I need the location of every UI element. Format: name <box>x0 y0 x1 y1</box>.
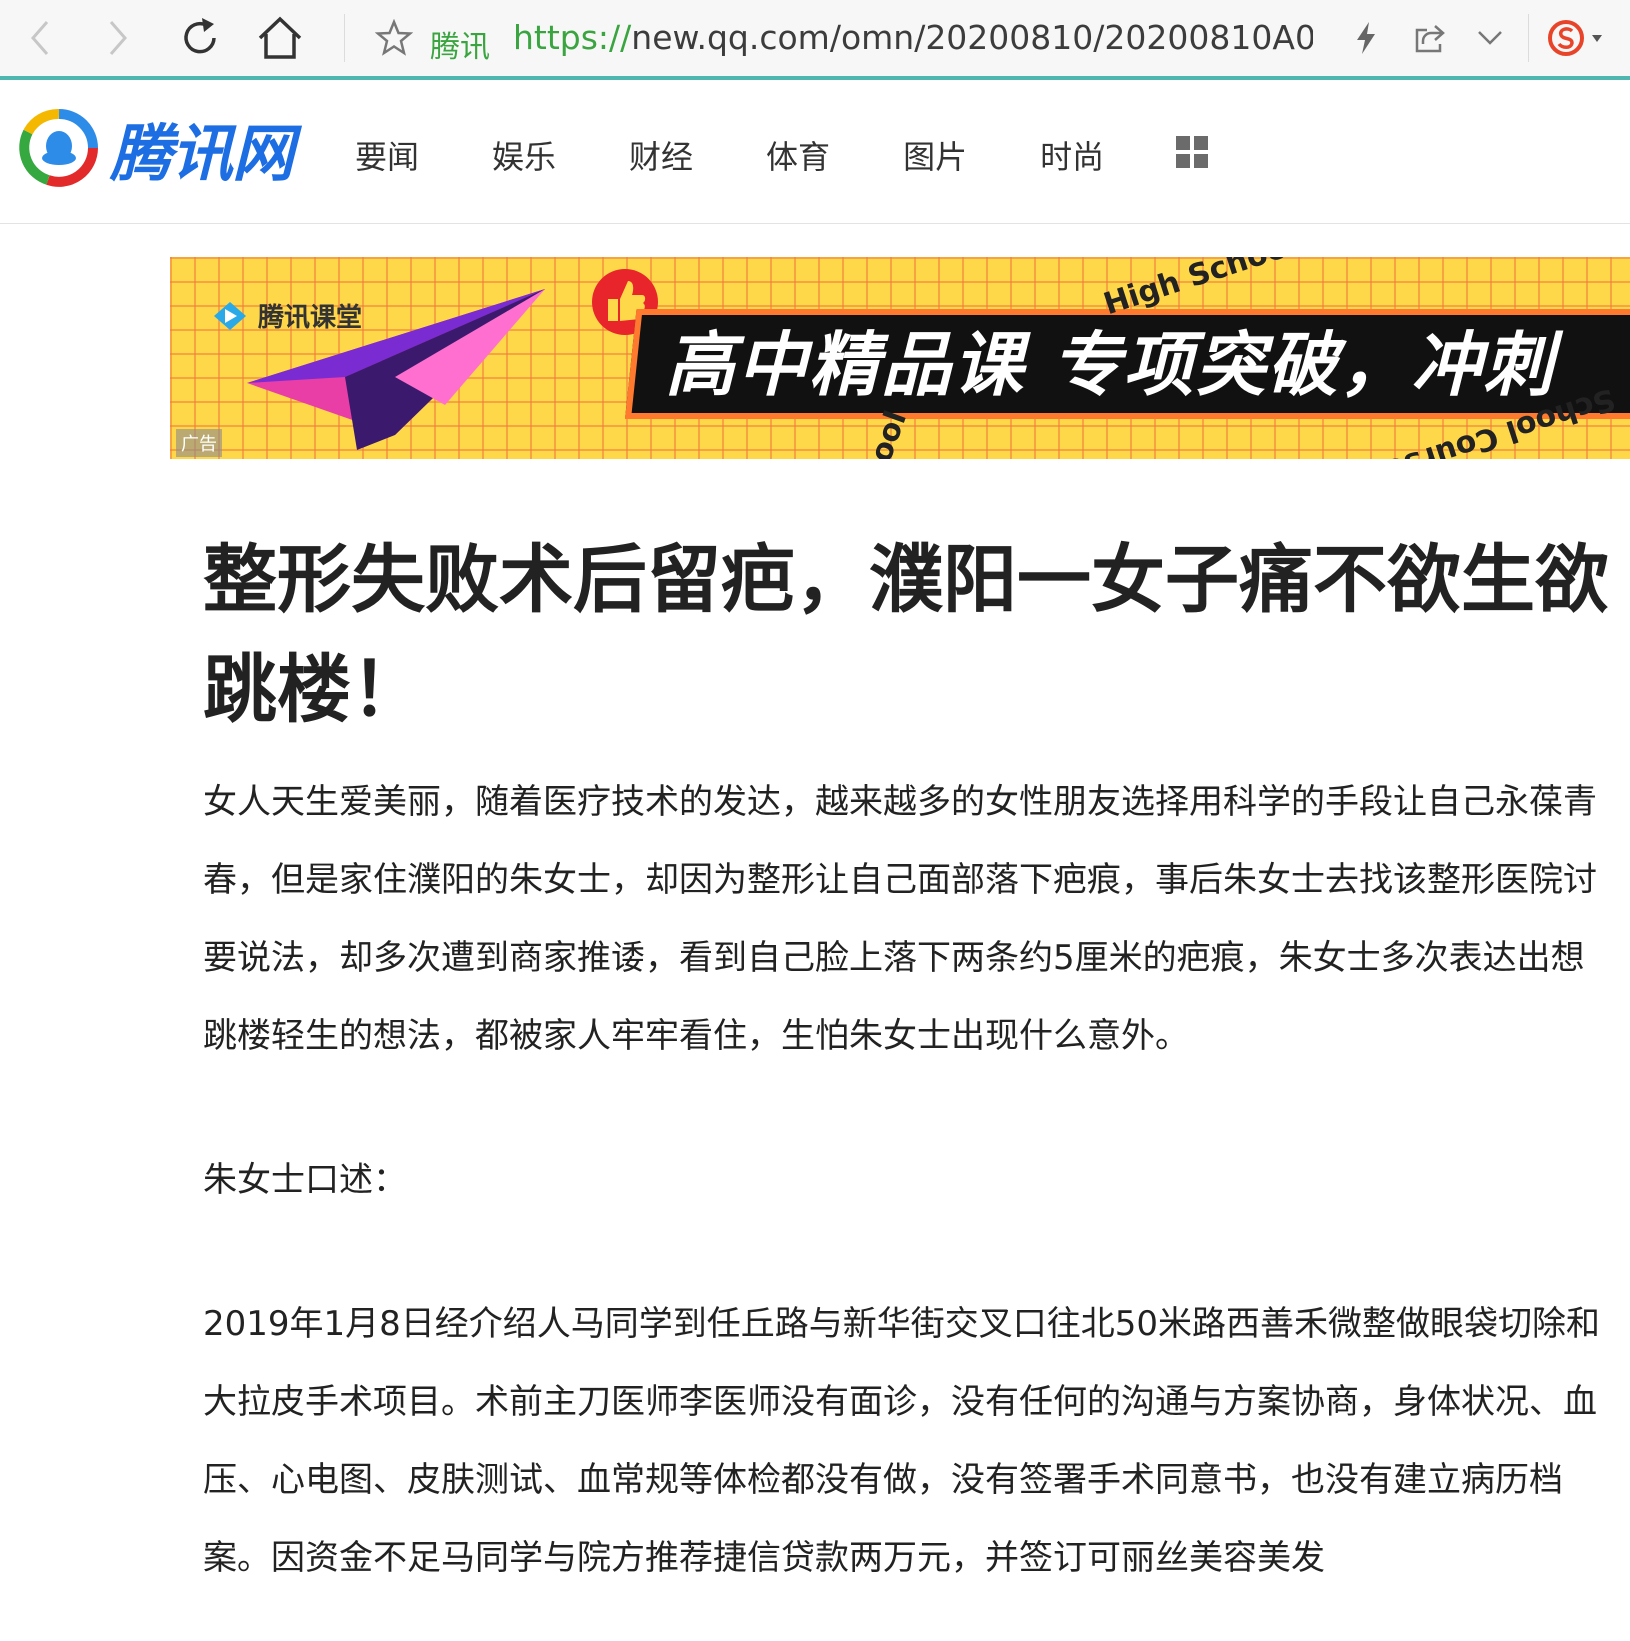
ad-label: 广告 <box>176 429 222 457</box>
logo-text: 腾讯网 <box>110 117 294 190</box>
url-path: new.qq.com/omn/20200810/20200810A0UO5I <box>631 18 1313 57</box>
article-title: 整形失败术后留疤，濮阳一女子痛不欲生欲跳楼！ <box>203 537 1609 733</box>
browser-toolbar: 腾讯 https://new.qq.com/omn/20200810/20200… <box>0 0 1630 80</box>
tencent-logo-icon <box>19 109 98 187</box>
ad-banner[interactable]: 腾讯课堂 高中精品课 专项突破，冲刺 High School School Co… <box>170 257 1630 459</box>
article-paragraph: 2019年1月8日经介绍人马同学到任丘路与新华街交叉口往北50米路西善禾微整做眼… <box>203 1304 1601 1578</box>
chevron-left-icon <box>31 21 49 55</box>
chevron-down-icon <box>1478 31 1502 45</box>
lightning-icon <box>1357 22 1375 54</box>
browser-menu-button[interactable] <box>1542 12 1612 64</box>
nav-item-fashion[interactable]: 时尚 <box>1040 132 1104 178</box>
address-bar[interactable]: https://new.qq.com/omn/20200810/20200810… <box>513 18 1313 57</box>
address-site-label: 腾讯 <box>430 30 490 65</box>
more-channels-icon[interactable] <box>1176 136 1208 168</box>
nav-item-sports[interactable]: 体育 <box>766 132 830 178</box>
article: 整形失败术后留疤，濮阳一女子痛不欲生欲跳楼！ 女人天生爱美丽，随着医疗技术的发达… <box>203 525 1613 1597</box>
sogou-logo-icon <box>1548 20 1602 56</box>
site-logo[interactable]: 腾讯网 <box>18 108 294 190</box>
ad-headline: 高中精品课 专项突破，冲刺 <box>665 324 1556 406</box>
star-icon <box>375 19 413 56</box>
home-button[interactable] <box>254 12 306 64</box>
site-header: 腾讯网 要闻 娱乐 财经 体育 图片 时尚 <box>0 80 1630 224</box>
toolbar-divider <box>344 14 345 62</box>
home-icon <box>258 16 302 59</box>
nav-item-entertainment[interactable]: 娱乐 <box>492 132 556 178</box>
article-body: 女人天生爱美丽，随着医疗技术的发达，越来越多的女性朋友选择用科学的手段让自己永葆… <box>203 763 1613 1597</box>
back-button[interactable] <box>14 12 66 64</box>
reload-icon <box>184 18 216 54</box>
main-nav: 要闻 娱乐 财经 体育 图片 时尚 <box>355 132 1177 178</box>
forward-button[interactable] <box>92 12 144 64</box>
share-icon <box>1415 25 1445 53</box>
url-scheme: https:// <box>513 18 632 57</box>
bookmark-button[interactable] <box>368 12 420 64</box>
dropdown-button[interactable] <box>1464 12 1516 64</box>
share-button[interactable] <box>1404 12 1456 64</box>
chevron-right-icon <box>109 21 127 55</box>
speed-mode-button[interactable] <box>1340 12 1392 64</box>
nav-item-news[interactable]: 要闻 <box>355 132 419 178</box>
toolbar-divider <box>1528 14 1529 62</box>
reload-button[interactable] <box>174 12 226 64</box>
article-paragraph: 女人天生爱美丽，随着医疗技术的发达，越来越多的女性朋友选择用科学的手段让自己永葆… <box>203 782 1597 1056</box>
nav-item-pictures[interactable]: 图片 <box>903 132 967 178</box>
nav-item-finance[interactable]: 财经 <box>629 132 693 178</box>
paper-plane-icon <box>247 289 545 450</box>
play-logo-icon <box>214 301 246 330</box>
article-paragraph: 朱女士口述： <box>203 1160 407 1200</box>
